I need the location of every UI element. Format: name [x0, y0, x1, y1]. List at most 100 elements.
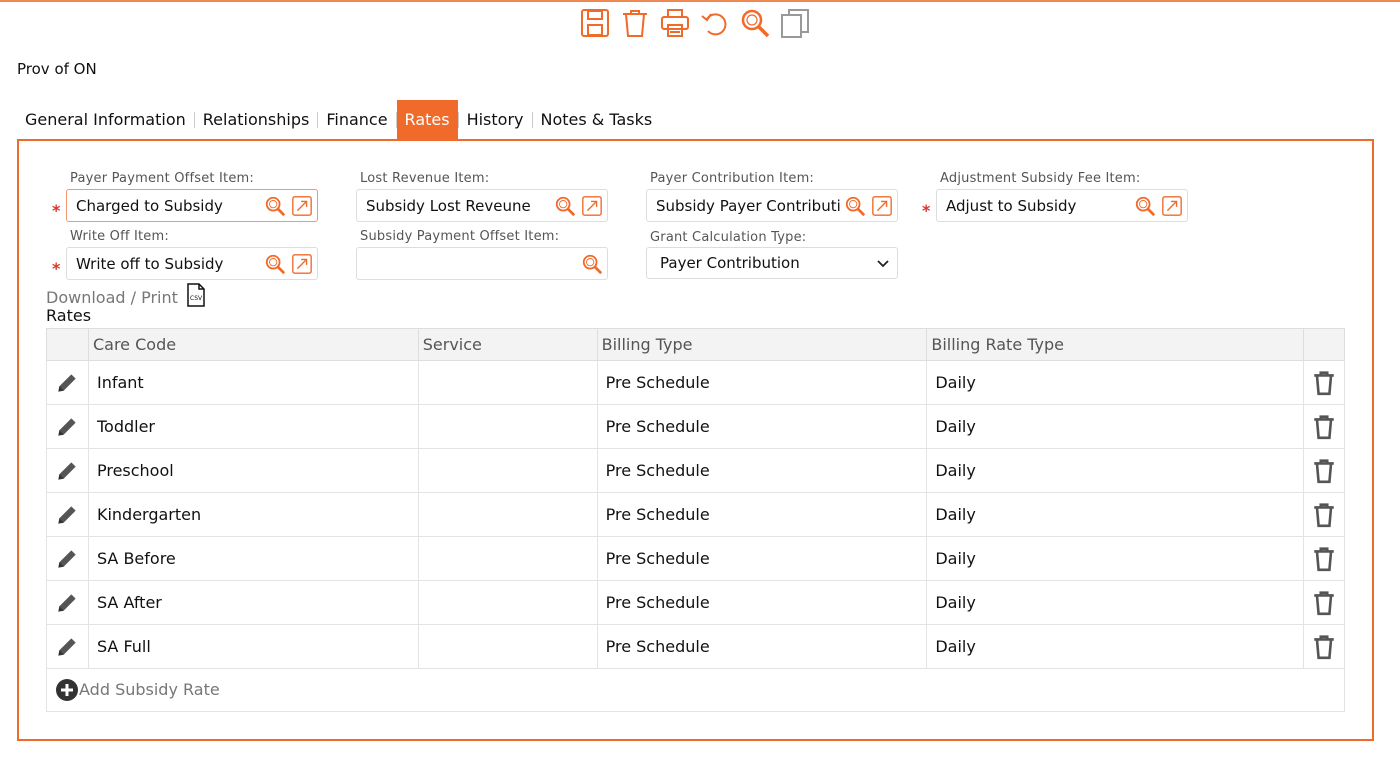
delete-column-header — [1302, 328, 1346, 361]
table-row: SA After Pre Schedule Daily — [46, 580, 1346, 625]
cell-billing-rate-type: Daily — [926, 580, 1304, 625]
print-button[interactable] — [658, 6, 692, 40]
search-button[interactable] — [738, 6, 772, 40]
cell-billing-type: Pre Schedule — [596, 360, 928, 405]
payer-contribution-label: Payer Contribution Item: — [650, 171, 815, 186]
edit-row-button[interactable] — [46, 580, 89, 625]
cell-billing-rate-type: Daily — [926, 404, 1304, 449]
cell-billing-type: Pre Schedule — [596, 492, 928, 537]
cell-care-code: Kindergarten — [87, 492, 419, 537]
cell-billing-type: Pre Schedule — [596, 536, 928, 581]
csv-file-icon[interactable]: CSV — [186, 283, 206, 311]
tab-finance[interactable]: Finance — [318, 100, 395, 139]
open-link-button[interactable] — [580, 194, 604, 218]
cell-billing-rate-type: Daily — [926, 360, 1304, 405]
delete-row-button[interactable] — [1302, 536, 1346, 581]
grant-calculation-type-value: Payer Contribution — [660, 254, 800, 272]
cell-billing-rate-type: Daily — [926, 624, 1304, 669]
org-name: Prov of ON — [17, 60, 97, 78]
column-header-care-code[interactable]: Care Code — [87, 328, 419, 361]
save-button[interactable] — [578, 6, 612, 40]
search-icon — [265, 196, 286, 216]
open-link-button[interactable] — [870, 194, 894, 218]
cell-care-code: Toddler — [87, 404, 419, 449]
trash-icon — [1314, 546, 1334, 571]
cell-billing-type: Pre Schedule — [596, 404, 928, 449]
open-link-button[interactable] — [1160, 194, 1184, 218]
pencil-icon — [58, 549, 77, 568]
delete-button[interactable] — [618, 6, 652, 40]
lost-revenue-field[interactable]: Subsidy Lost Reveune — [356, 189, 608, 222]
write-off-label: Write Off Item: — [70, 229, 169, 244]
write-off-field[interactable]: Write off to Subsidy — [66, 247, 318, 280]
lost-revenue-value: Subsidy Lost Reveune — [366, 196, 531, 215]
rates-table: Care Code Service Billing Type Billing R… — [46, 328, 1346, 669]
delete-row-button[interactable] — [1302, 404, 1346, 449]
trash-icon — [1314, 590, 1334, 615]
lookup-button[interactable] — [1133, 194, 1157, 218]
tab-relationships[interactable]: Relationships — [195, 100, 318, 139]
edit-row-button[interactable] — [46, 404, 89, 449]
cell-care-code: Infant — [87, 360, 419, 405]
table-row: Toddler Pre Schedule Daily — [46, 404, 1346, 449]
rates-section-title: Rates — [46, 306, 92, 325]
column-header-service[interactable]: Service — [417, 328, 598, 361]
lookup-button[interactable] — [553, 194, 577, 218]
search-icon — [845, 196, 866, 216]
delete-row-button[interactable] — [1302, 624, 1346, 669]
cell-care-code: SA Before — [87, 536, 419, 581]
delete-row-button[interactable] — [1302, 448, 1346, 493]
trash-icon — [1314, 502, 1334, 527]
save-icon — [581, 9, 609, 37]
download-print-label: Download / Print — [46, 287, 178, 307]
external-link-icon — [1162, 195, 1182, 216]
subsidy-payment-offset-label: Subsidy Payment Offset Item: — [360, 229, 560, 244]
lookup-button[interactable] — [580, 252, 604, 276]
search-icon — [555, 196, 576, 216]
column-header-billing-type[interactable]: Billing Type — [596, 328, 928, 361]
tab-history[interactable]: History — [459, 100, 532, 139]
pencil-icon — [58, 593, 77, 612]
trash-icon — [1314, 370, 1334, 395]
payer-contribution-value: Subsidy Payer Contributi — [656, 196, 841, 215]
add-subsidy-rate-button[interactable]: Add Subsidy Rate — [46, 668, 1345, 712]
external-link-icon — [582, 195, 602, 216]
adjustment-subsidy-fee-field[interactable]: Adjust to Subsidy — [936, 189, 1188, 222]
svg-text:CSV: CSV — [190, 295, 203, 302]
chevron-down-icon — [877, 260, 889, 268]
pencil-icon — [58, 417, 77, 436]
lookup-button[interactable] — [843, 194, 867, 218]
delete-row-button[interactable] — [1302, 360, 1346, 405]
delete-row-button[interactable] — [1302, 580, 1346, 625]
payer-contribution-field[interactable]: Subsidy Payer Contributi — [646, 189, 898, 222]
edit-row-button[interactable] — [46, 536, 89, 581]
edit-row-button[interactable] — [46, 492, 89, 537]
edit-row-button[interactable] — [46, 448, 89, 493]
delete-row-button[interactable] — [1302, 492, 1346, 537]
grant-calculation-type-select[interactable]: Payer Contribution — [646, 247, 898, 279]
tab-general-information[interactable]: General Information — [17, 100, 194, 139]
trash-icon — [1314, 458, 1334, 483]
pencil-icon — [58, 373, 77, 392]
top-accent-rule — [0, 0, 1400, 2]
column-header-billing-rate-type[interactable]: Billing Rate Type — [926, 328, 1304, 361]
tab-notes-tasks[interactable]: Notes & Tasks — [533, 100, 661, 139]
edit-row-button[interactable] — [46, 624, 89, 669]
cell-billing-type: Pre Schedule — [596, 448, 928, 493]
cell-billing-rate-type: Daily — [926, 492, 1304, 537]
undo-button[interactable] — [698, 6, 732, 40]
tab-rates[interactable]: Rates — [396, 100, 458, 139]
payer-payment-offset-field[interactable]: Charged to Subsidy — [66, 189, 318, 222]
grant-calculation-type-label: Grant Calculation Type: — [650, 230, 807, 245]
toolbar — [578, 5, 812, 41]
open-link-button[interactable] — [290, 252, 314, 276]
lookup-button[interactable] — [263, 194, 287, 218]
adjustment-subsidy-fee-label: Adjustment Subsidy Fee Item: — [940, 171, 1141, 186]
open-link-button[interactable] — [290, 194, 314, 218]
search-icon — [265, 254, 286, 274]
copy-button[interactable] — [778, 6, 812, 40]
external-link-icon — [872, 195, 892, 216]
lookup-button[interactable] — [263, 252, 287, 276]
edit-row-button[interactable] — [46, 360, 89, 405]
subsidy-payment-offset-field[interactable] — [356, 247, 608, 280]
